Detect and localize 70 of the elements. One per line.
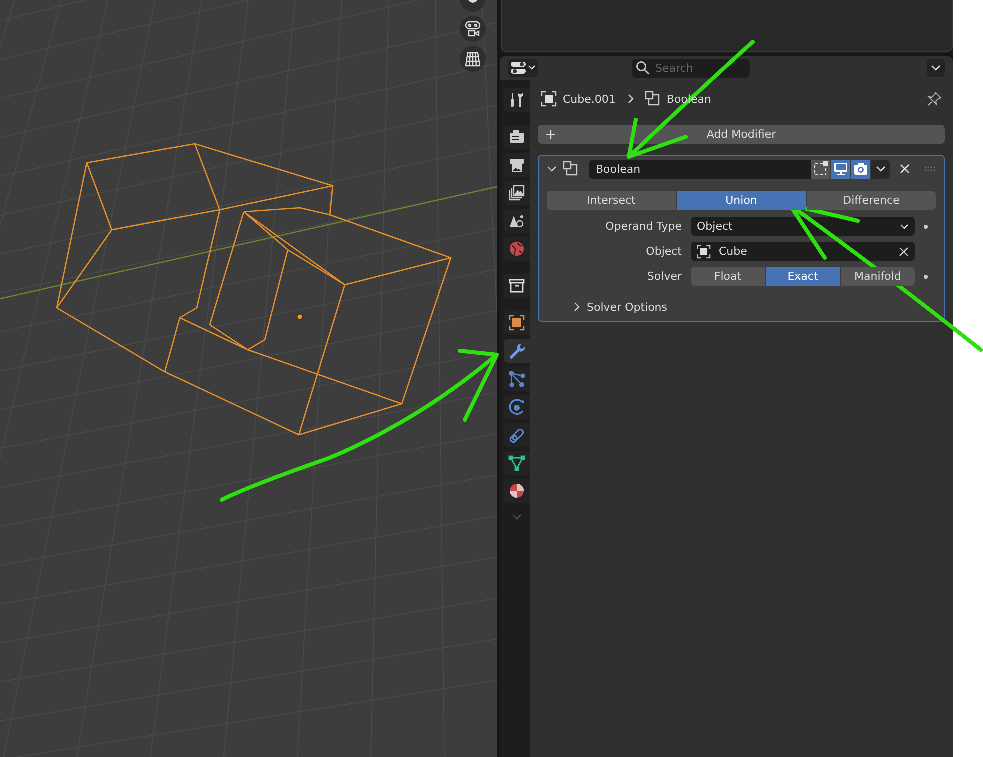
object-name: Cube.001	[563, 92, 616, 106]
solver-options-subpanel[interactable]: Solver Options	[547, 299, 936, 315]
square-icon	[508, 314, 526, 332]
grid-icon[interactable]	[460, 46, 486, 72]
material-tab[interactable]	[504, 479, 530, 503]
sphere-icon	[508, 482, 526, 500]
solver-option[interactable]: Exact	[766, 267, 840, 286]
field-label: Operand Type	[604, 220, 683, 233]
triangle-icon	[508, 454, 526, 472]
physics-tab[interactable]	[504, 395, 530, 419]
chevron-down-icon[interactable]	[871, 160, 890, 178]
globe-icon	[508, 240, 526, 258]
object-origin-dot	[297, 314, 303, 320]
close-icon[interactable]	[900, 164, 910, 174]
chevron-right-icon	[573, 302, 581, 312]
tool-tab[interactable]	[504, 88, 530, 112]
boolean-modifier-icon	[644, 91, 661, 107]
add-modifier-button[interactable]: + Add Modifier	[538, 125, 945, 144]
box-icon	[508, 277, 526, 295]
edit-mode-icon	[812, 161, 828, 177]
particles-icon	[508, 370, 526, 388]
orbit-icon	[508, 398, 526, 416]
drag-handle-icon[interactable]	[924, 166, 936, 172]
particles-tab[interactable]	[504, 367, 530, 391]
object-field[interactable]: Cube	[691, 242, 915, 261]
pin-icon[interactable]	[927, 91, 943, 107]
link-icon	[508, 426, 526, 444]
operation-option[interactable]: Union	[677, 191, 806, 210]
scene-tab[interactable]	[504, 209, 530, 233]
printer-icon	[508, 156, 526, 174]
object-icon	[697, 244, 711, 258]
solver-option[interactable]: Manifold	[841, 267, 915, 286]
search-icon	[636, 61, 650, 75]
output-tab[interactable]	[504, 153, 530, 177]
operation-option[interactable]: Intersect	[547, 191, 676, 210]
camera-icon[interactable]	[460, 16, 486, 42]
boolean-modifier-icon	[563, 161, 579, 177]
search-input[interactable]: Search	[656, 62, 736, 74]
wrench-icon	[508, 342, 526, 360]
collection-tab[interactable]	[504, 274, 530, 298]
keyframe-dot-icon[interactable]	[924, 274, 928, 278]
chevron-down-icon	[900, 224, 909, 230]
options-dropdown-button[interactable]	[927, 59, 945, 77]
operation-option[interactable]: Difference	[807, 191, 936, 210]
clear-icon[interactable]	[899, 246, 909, 256]
data-tab[interactable]	[504, 451, 530, 475]
edit-mode-toggle[interactable]	[811, 160, 830, 178]
render-tab[interactable]	[504, 125, 530, 149]
camera-icon	[508, 128, 526, 146]
object-icon	[541, 91, 557, 107]
chevron-down-icon	[931, 65, 941, 71]
search-field[interactable]: Search	[632, 58, 750, 78]
constraints-tab[interactable]	[504, 423, 530, 447]
viewport-toggle[interactable]	[831, 160, 850, 178]
field-label: Solver	[646, 270, 683, 283]
chevron-down-icon[interactable]	[547, 164, 557, 174]
camera-icon	[852, 161, 868, 177]
operand-type-dropdown[interactable]: Object	[691, 217, 915, 236]
modifier-name-field[interactable]: Boolean	[589, 160, 811, 178]
field-label: Object	[645, 245, 683, 258]
solver-option[interactable]: Float	[691, 267, 765, 286]
tools-icon	[508, 91, 526, 109]
render-toggle[interactable]	[851, 160, 870, 178]
editor-type-button[interactable]	[508, 59, 538, 77]
keyframe-dot-icon[interactable]	[924, 224, 928, 228]
chevron-right-icon	[628, 94, 635, 104]
monitor-icon	[832, 161, 848, 177]
image-stack-icon	[508, 184, 526, 202]
modifiers-tab[interactable]	[504, 339, 530, 363]
object-tab[interactable]	[504, 311, 530, 335]
